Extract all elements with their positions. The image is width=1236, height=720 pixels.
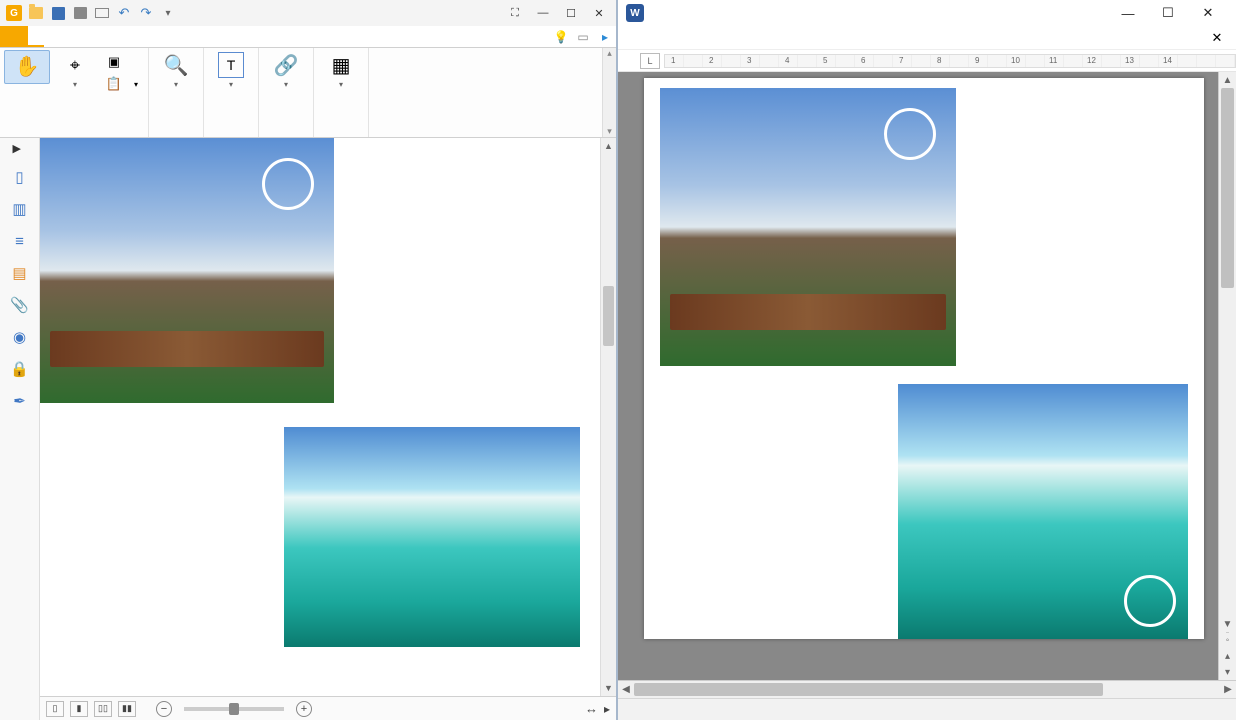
maximize-button[interactable]: ☐ <box>558 3 584 23</box>
matterhorn-photo <box>660 88 956 366</box>
save-icon[interactable] <box>48 3 68 23</box>
zoom-out-button[interactable]: − <box>156 701 172 717</box>
status-bar: ▯ ▮ ▯▯ ▮▮ − + ↔ ▸ <box>40 696 616 720</box>
navigation-sidebar: ▶ ▯ ▥ ≡ ▤ 📎 ◉ 🔒 ✒ <box>0 138 40 720</box>
facing-view-icon[interactable]: ▯▯ <box>94 701 112 717</box>
cursor-icon: ⌖ <box>62 52 88 78</box>
insert-button[interactable]: ▦▾ <box>318 50 364 91</box>
ruler: L 1 2 3 4 5 6 7 8 9 10 11 12 13 14 <box>618 50 1236 72</box>
qat-more-icon[interactable]: ▾ <box>158 3 178 23</box>
fullscreen-icon[interactable]: ⛶ <box>502 3 528 23</box>
signatures-icon[interactable]: ✒ <box>9 390 31 412</box>
print-icon[interactable] <box>70 3 90 23</box>
close-button[interactable]: ✕ <box>586 3 612 23</box>
document-area <box>618 72 1218 680</box>
titlebar: W — ☐ ✕ <box>618 0 1236 26</box>
number-badge-3 <box>884 108 936 160</box>
zoom-in-button[interactable]: + <box>296 701 312 717</box>
number-badge-4 <box>1124 575 1176 627</box>
vertical-scrollbar[interactable]: ▲▼ <box>600 138 616 696</box>
open-icon[interactable] <box>26 3 46 23</box>
tab-view[interactable] <box>76 26 92 47</box>
word-viewer-window: W — ☐ ✕ ✕ L 1 2 3 4 5 6 7 8 9 10 11 12 1… <box>618 0 1236 720</box>
camera-icon: ▣ <box>106 54 122 70</box>
page-panel-icon[interactable]: ▯ <box>9 166 31 188</box>
menu-bar: ✕ <box>618 26 1236 50</box>
attachments-icon[interactable]: 📎 <box>9 294 31 316</box>
quick-access-toolbar: G ↶ ↷ ▾ <box>4 3 178 23</box>
bulb-icon[interactable]: 💡 <box>550 26 572 47</box>
settings-icon[interactable]: ▭ <box>572 26 594 47</box>
vertical-scrollbar[interactable]: ▲ ▼◦▴▾ <box>1218 72 1236 680</box>
fit-width-icon[interactable]: ↔ <box>585 701 598 716</box>
stamps-icon[interactable]: ◉ <box>9 326 31 348</box>
zoom-icon: 🔍 <box>163 52 189 78</box>
continuous-facing-view-icon[interactable]: ▮▮ <box>118 701 136 717</box>
status-bar <box>618 698 1236 720</box>
zoom-slider[interactable] <box>184 707 284 711</box>
security-icon[interactable]: 🔒 <box>9 358 31 380</box>
sidebar-toggle-icon[interactable]: ▶ <box>13 142 27 156</box>
tab-comment[interactable] <box>44 26 60 47</box>
close-button[interactable]: ✕ <box>1188 0 1228 26</box>
minimize-button[interactable]: — <box>530 3 556 23</box>
document-page <box>40 138 600 696</box>
redo-icon[interactable]: ↷ <box>136 3 156 23</box>
close-document-icon[interactable]: ✕ <box>1208 29 1226 47</box>
app-icon[interactable]: G <box>4 3 24 23</box>
word-icon: W <box>626 4 644 22</box>
hand-icon: ✋ <box>14 53 40 79</box>
single-page-view-icon[interactable]: ▯ <box>46 701 64 717</box>
clipboard-icon: 📋 <box>106 76 122 92</box>
tab-connect[interactable] <box>140 26 156 47</box>
titlebar: G ↶ ↷ ▾ ⛶ — ☐ ✕ <box>0 0 616 26</box>
select-tool-button[interactable]: ⌖ ▾ <box>52 50 98 91</box>
pdf-viewer-window: G ↶ ↷ ▾ ⛶ — ☐ ✕ 💡 ▭ ▸ <box>0 0 618 720</box>
tab-fill-sign[interactable] <box>60 26 76 47</box>
snapshot-button[interactable]: ▣ <box>102 52 142 72</box>
ribbon-tabs: 💡 ▭ ▸ <box>0 26 616 48</box>
rhine-falls-photo <box>898 384 1188 639</box>
mail-icon[interactable] <box>92 3 112 23</box>
comment-button[interactable]: T▾ <box>208 50 254 91</box>
clipboard-button[interactable]: 📋▾ <box>102 74 142 94</box>
tab-protect[interactable] <box>108 26 124 47</box>
links-button[interactable]: 🔗▾ <box>263 50 309 91</box>
comments-icon[interactable]: ▤ <box>9 262 31 284</box>
tab-home[interactable] <box>28 26 44 47</box>
continuous-view-icon[interactable]: ▮ <box>70 701 88 717</box>
text-select-icon: T <box>218 52 244 78</box>
matterhorn-photo <box>40 138 334 403</box>
ruler-strip[interactable]: 1 2 3 4 5 6 7 8 9 10 11 12 13 14 <box>664 54 1236 68</box>
ribbon-toggle-icon[interactable]: ▸ <box>594 26 616 47</box>
insert-icon: ▦ <box>328 52 354 78</box>
tab-form[interactable] <box>92 26 108 47</box>
tab-help[interactable] <box>156 26 172 47</box>
link-icon: 🔗 <box>273 52 299 78</box>
file-menu[interactable] <box>0 26 28 47</box>
number-badge-3 <box>262 158 314 210</box>
layers-icon[interactable]: ≡ <box>9 230 31 252</box>
horizontal-scrollbar[interactable]: ◀▶ <box>618 680 1236 698</box>
ribbon-scroll[interactable]: ▴▾ <box>602 48 616 137</box>
tools-group-label <box>4 121 144 137</box>
ribbon: ✋ ⌖ ▾ ▣ 📋▾ 🔍▾ T▾ <box>0 48 616 138</box>
document-page <box>644 78 1204 639</box>
undo-icon[interactable]: ↶ <box>114 3 134 23</box>
ruler-corner[interactable]: L <box>640 53 660 69</box>
tab-share[interactable] <box>124 26 140 47</box>
minimize-button[interactable]: — <box>1108 0 1148 26</box>
bookmarks-icon[interactable]: ▥ <box>9 198 31 220</box>
next-icon[interactable]: ▸ <box>604 702 610 716</box>
rhine-falls-photo <box>284 427 580 647</box>
maximize-button[interactable]: ☐ <box>1148 0 1188 26</box>
hand-tool-button[interactable]: ✋ <box>4 50 50 84</box>
view-button[interactable]: 🔍▾ <box>153 50 199 91</box>
